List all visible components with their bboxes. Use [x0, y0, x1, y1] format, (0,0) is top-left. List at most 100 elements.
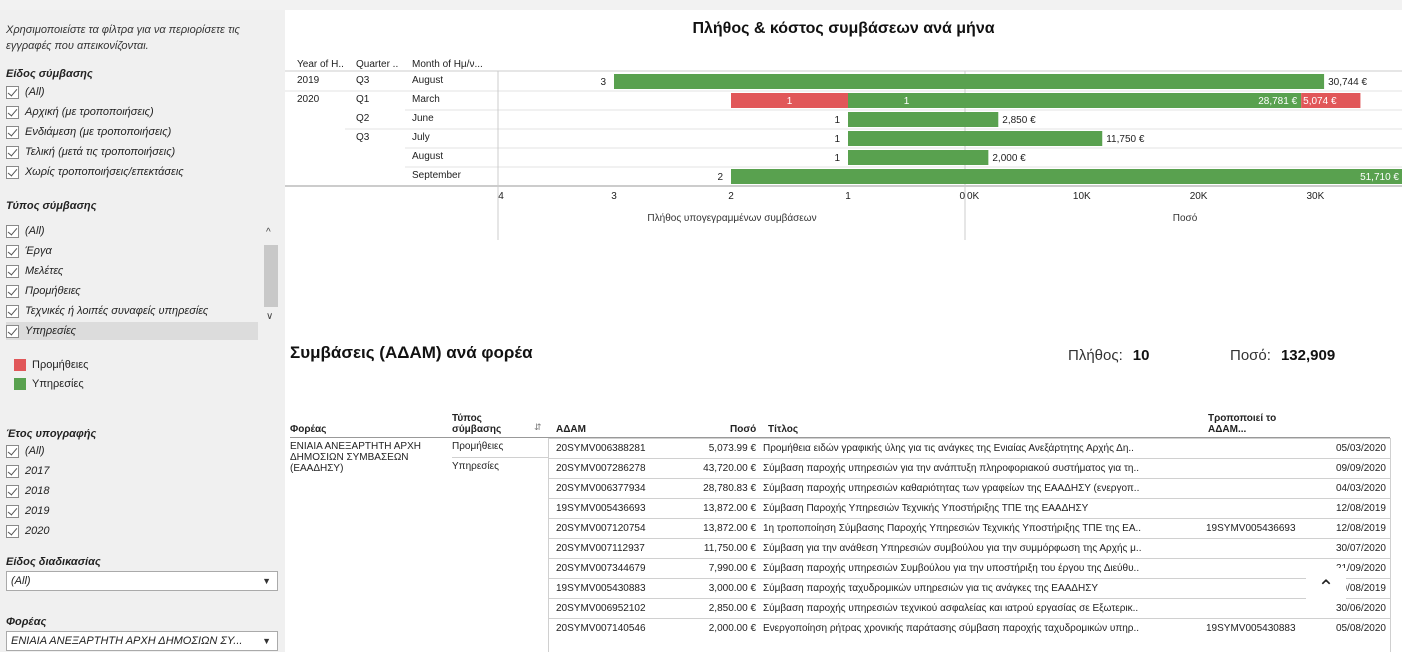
dropdown-arrow-icon: ▼ — [262, 636, 271, 646]
col-header-modifies[interactable]: Τροποποιεί το ΑΔΑΜ... — [1208, 413, 1288, 435]
checkbox-icon[interactable] — [6, 304, 19, 318]
table-row[interactable]: 20SYMV007112937 11,750.00 € Σύμβαση για τη… — [548, 538, 1390, 557]
title-cell: Προμήθεια ειδών γραφικής ύλης για τις αν… — [763, 443, 1134, 454]
contract-kind-option[interactable]: (All) — [6, 83, 258, 101]
type-cell-supplies: Προμήθειες — [452, 441, 504, 452]
services-count-bar — [731, 169, 965, 184]
agency-dropdown[interactable]: ΕΝΙΑΙΑ ΑΝΕΞΑΡΤΗΤΗ ΑΡΧΗ ΔΗΜΟΣΙΩΝ ΣΥ... ▼ — [6, 631, 278, 651]
services-amount-bar — [965, 131, 1103, 146]
title-cell: Σύμβαση για την ανάθεση Υπηρεσιών συμβού… — [763, 543, 1142, 554]
table-row[interactable]: 19SYMV005430883 3,000.00 € Σύμβαση παροχής… — [548, 578, 1390, 597]
amount-cell: 2,850.00 € — [708, 603, 756, 614]
table-row[interactable]: 20SYMV007140546 2,000.00 € Ενεργοποίηση ρή… — [548, 618, 1390, 637]
table-row[interactable]: 20SYMV007286278 43,720.00 € Σύμβαση παροχή… — [548, 458, 1390, 477]
count-tick-label: 1 — [845, 191, 851, 202]
checkbox-icon[interactable] — [6, 264, 19, 278]
adam-cell: 20SYMV007344679 — [556, 563, 646, 574]
kpi-amount: Ποσό: 132,909 — [1230, 347, 1335, 364]
year-option-label: 2020 — [25, 525, 50, 537]
row-year-label: 2019 — [297, 75, 320, 86]
contract-type-option[interactable]: (All) — [6, 222, 258, 240]
contract-type-option[interactable]: Μελέτες — [6, 262, 258, 280]
table-gridline — [1390, 438, 1391, 652]
contract-kind-option-label: Τελική (μετά τις τροποποιήσεις) — [25, 146, 176, 158]
year-option-label: 2018 — [25, 485, 50, 497]
contract-type-option[interactable]: Τεχνικές ή λοιπές συναφείς υπηρεσίες — [6, 302, 258, 320]
year-option[interactable]: 2019 — [6, 502, 258, 520]
procedure-dropdown-value: (All) — [11, 575, 31, 587]
contract-kind-option[interactable]: Αρχική (με τροποποιήσεις) — [6, 103, 258, 121]
col-header-title[interactable]: Τίτλος — [768, 424, 798, 435]
row-quarter-label: Q2 — [356, 113, 370, 124]
contract-type-option[interactable]: Έργα — [6, 242, 258, 260]
title-cell: Σύμβαση παροχής υπηρεσιών Συμβούλου για … — [763, 563, 1140, 574]
checkbox-icon[interactable] — [6, 145, 19, 159]
checkbox-icon[interactable] — [6, 524, 19, 538]
sort-icon[interactable]: ⇵ — [534, 422, 542, 433]
checkbox-icon[interactable] — [6, 105, 19, 119]
contract-kind-option[interactable]: Ενδιάμεση (με τροποποιήσεις) — [6, 123, 258, 141]
contract-type-option[interactable]: Προμήθειες — [6, 282, 258, 300]
table-row[interactable]: 19SYMV005436693 13,872.00 € Σύμβαση Παροχή… — [548, 498, 1390, 517]
row-quarter-label: Q3 — [356, 132, 370, 143]
col-header-agency[interactable]: Φορέας — [290, 424, 326, 435]
year-option[interactable]: 2018 — [6, 482, 258, 500]
scroll-down-icon[interactable]: ∨ — [266, 311, 273, 322]
adam-cell: 20SYMV007140546 — [556, 623, 646, 634]
legend-label-supplies: Προμήθειες — [32, 359, 89, 371]
date-cell: 05/08/2020 — [1335, 623, 1386, 634]
services-amount-label: 2,850 € — [1002, 115, 1036, 126]
kpi-count-value: 10 — [1132, 347, 1150, 364]
col-header-type[interactable]: Τύπος σύμβασης — [452, 413, 522, 435]
checkbox-icon[interactable] — [6, 85, 19, 99]
col-header-adam[interactable]: ΑΔΑΜ — [556, 424, 586, 435]
col-header-amount[interactable]: Ποσό — [730, 424, 756, 435]
kpi-amount-label: Ποσό: — [1230, 347, 1271, 364]
contract-kind-option[interactable]: Τελική (μετά τις τροποποιήσεις) — [6, 143, 258, 161]
table-row[interactable]: 20SYMV007344679 7,990.00 € Σύμβαση παροχής… — [548, 558, 1390, 577]
dropdown-arrow-icon: ▼ — [262, 576, 271, 586]
checkbox-icon[interactable] — [6, 324, 19, 338]
agency-cell: ΕΝΙΑΙΑ ΑΝΕΞΑΡΤΗΤΗ ΑΡΧΗ ΔΗΜΟΣΙΩΝ ΣΥΜΒΑΣΕΩ… — [290, 441, 421, 474]
date-cell: 05/03/2020 — [1335, 443, 1386, 454]
services-amount-bar — [965, 169, 1402, 184]
checkbox-icon[interactable] — [6, 125, 19, 139]
filter-scrollbar[interactable]: ^ ∨ — [262, 227, 280, 325]
checkbox-icon[interactable] — [6, 504, 19, 518]
amount-cell: 28,780.83 € — [703, 483, 756, 494]
contract-type-option-label: (All) — [25, 225, 45, 237]
table-row[interactable]: 20SYMV006388281 5,073.99 € Προμήθεια ειδών… — [548, 438, 1390, 457]
date-cell: 12/08/2019 — [1335, 523, 1386, 534]
checkbox-icon[interactable] — [6, 224, 19, 238]
amount-cell: 5,073.99 € — [708, 443, 756, 454]
modifies-cell: 19SYMV005436693 — [1206, 523, 1296, 534]
table-row[interactable]: 20SYMV007120754 13,872.00 € 1η τροποποίηση… — [548, 518, 1390, 537]
checkbox-icon[interactable] — [6, 284, 19, 298]
count-tick-label: 4 — [498, 191, 504, 202]
procedure-dropdown[interactable]: (All) ▼ — [6, 571, 278, 591]
kpi-count: Πλήθος: 10 — [1068, 347, 1149, 364]
scrollbar-thumb[interactable] — [264, 245, 278, 307]
table-row[interactable]: 20SYMV006377934 28,780.83 € Σύμβαση παροχή… — [548, 478, 1390, 497]
contract-type-option[interactable]: Υπηρεσίες — [6, 322, 258, 340]
year-option[interactable]: (All) — [6, 442, 258, 460]
chart-svg: 3 30,744 € 1 1 28,781 € 5,074 € 1 2,850 € 1 11,75… — [285, 70, 1402, 240]
checkbox-icon[interactable] — [6, 165, 19, 179]
year-option[interactable]: 2020 — [6, 522, 258, 540]
legend-item-supplies: Προμήθειες — [14, 358, 88, 372]
year-option[interactable]: 2017 — [6, 462, 258, 480]
checkbox-icon[interactable] — [6, 444, 19, 458]
checkbox-icon[interactable] — [6, 464, 19, 478]
scroll-up-icon[interactable]: ^ — [266, 227, 271, 238]
checkbox-icon[interactable] — [6, 244, 19, 258]
scroll-to-top-icon[interactable]: ⌃ — [1306, 568, 1346, 604]
checkbox-icon[interactable] — [6, 484, 19, 498]
contract-kind-option[interactable]: Χωρίς τροποποιήσεις/επεκτάσεις — [6, 163, 258, 181]
contract-kind-option-label: Ενδιάμεση (με τροποποιήσεις) — [25, 126, 172, 138]
legend-item-services: Υπηρεσίες — [14, 377, 84, 391]
table-row[interactable]: 20SYMV006952102 2,850.00 € Σύμβαση παροχής… — [548, 598, 1390, 617]
amount-tick-label: 10K — [1073, 191, 1091, 202]
filter-title-agency: Φορέας — [6, 616, 47, 628]
amount-cell: 7,990.00 € — [708, 563, 756, 574]
contract-kind-option-label: Αρχική (με τροποποιήσεις) — [25, 106, 154, 118]
